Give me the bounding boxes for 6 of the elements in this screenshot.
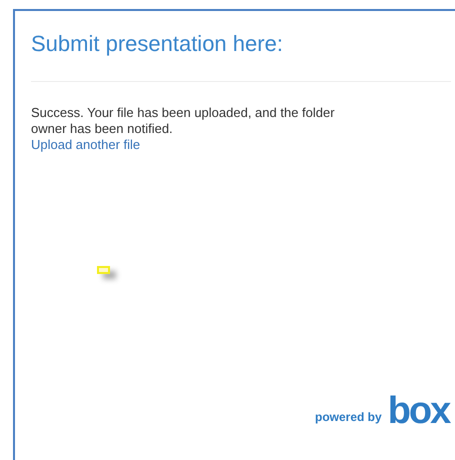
upload-another-link[interactable]: Upload another file	[31, 137, 140, 153]
success-message: Success. Your file has been uploaded, and the folder owner has been notified.	[31, 105, 336, 137]
powered-by-label: powered by	[315, 410, 382, 426]
highlight-marker-icon	[97, 266, 110, 274]
page-title: Submit presentation here:	[31, 30, 284, 58]
box-logo: box	[388, 393, 450, 429]
